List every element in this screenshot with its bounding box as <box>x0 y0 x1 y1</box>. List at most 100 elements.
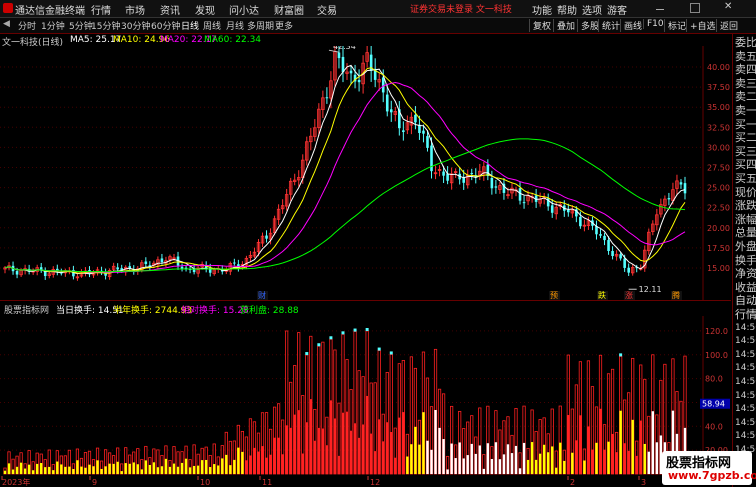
turnover-bar-fill <box>450 443 453 474</box>
y-tick-label: 17.50 <box>707 244 730 253</box>
tab-period-1min[interactable]: 1分钟 <box>41 19 65 32</box>
mark-button[interactable]: 标记 <box>664 19 686 32</box>
side-panel-label: 卖三 <box>735 76 756 90</box>
menu-item-guest[interactable]: 游客 <box>607 2 627 17</box>
side-panel-label: 14:56 <box>735 404 756 415</box>
turnover-bar-fill <box>3 470 7 474</box>
turnover-bar-fill <box>15 466 19 474</box>
menu-item-trade[interactable]: 交易 <box>317 2 337 17</box>
turnover-bar-fill <box>647 451 650 474</box>
turnover-bar-fill <box>386 422 389 474</box>
turnover-bar-fill <box>390 432 393 474</box>
turnover-bar-fill <box>454 458 457 474</box>
tab-period-5min[interactable]: 5分钟 <box>69 19 93 32</box>
tab-period-15min[interactable]: 15分钟 <box>91 19 120 32</box>
turnover-bar-fill <box>132 462 135 474</box>
tab-period-monthly[interactable]: 月线 <box>226 19 244 32</box>
pane-divider <box>0 300 731 301</box>
menu-item-discover[interactable]: 发现 <box>195 2 215 17</box>
tab-period-30min[interactable]: 30分钟 <box>121 19 150 32</box>
side-panel-label: 卖一 <box>735 104 756 117</box>
overlay-button[interactable]: 叠加 <box>553 19 575 32</box>
turnover-bar-fill <box>466 455 469 474</box>
candle-body-down <box>233 262 236 264</box>
side-panel-label: 卖五 <box>735 49 756 63</box>
menu-item-market[interactable]: 市场 <box>125 2 145 17</box>
y-tick-label: 37.50 <box>707 83 730 92</box>
turnover-bar-fill <box>607 441 610 474</box>
candle-body-down <box>357 79 361 83</box>
app-logo-icon <box>3 3 13 13</box>
turnover-bar-fill <box>76 460 79 474</box>
menu-item-help[interactable]: 帮助 <box>557 2 577 17</box>
turnover-bar-fill <box>237 447 240 474</box>
turnover-bar-fill <box>522 442 526 474</box>
menu-item-wealth[interactable]: 财富圈 <box>274 2 304 17</box>
turnover-bar-fill <box>603 449 606 474</box>
turnover-bar-fill <box>257 451 260 474</box>
menu-item-news[interactable]: 资讯 <box>160 2 180 17</box>
price-chart[interactable]: 40.00 37.50 35.00 32.50 30.00 27.50 25.00 22.50… <box>0 46 731 300</box>
maximize-icon[interactable] <box>690 3 700 13</box>
side-panel-label: 总量 <box>735 226 756 240</box>
statistics-button[interactable]: 统计 <box>598 19 620 32</box>
turnover-bar-fill <box>309 399 312 474</box>
turnover-bar-fill <box>7 463 11 474</box>
draw-line-button[interactable]: 画线 <box>620 19 642 32</box>
tab-period-multi[interactable]: 多周期 <box>247 19 274 32</box>
indicator-title[interactable]: 股票指标网 <box>4 303 49 316</box>
turnover-bar-fill <box>144 460 148 474</box>
login-warning[interactable]: 证券交易未登录 文一科技 <box>410 2 512 15</box>
menu-item-function[interactable]: 功能 <box>532 2 552 17</box>
restore-rights-button[interactable]: 复权 <box>529 19 551 32</box>
turnover-bar-fill <box>233 459 236 474</box>
turnover-bar-fill <box>631 419 634 474</box>
turnover-bar-fill <box>241 451 244 474</box>
tab-period-60min[interactable]: 60分钟 <box>151 19 180 32</box>
turnover-bar-fill <box>361 424 365 474</box>
turnover-bar-fill <box>285 425 288 474</box>
menu-item-quotes[interactable]: 行情 <box>91 2 111 17</box>
watermark-logo: 股票指标网 www.7gpzb.com <box>662 451 756 485</box>
tab-period-weekly[interactable]: 周线 <box>203 19 221 32</box>
f10-button[interactable]: F10 <box>643 19 664 29</box>
y-tick-label: 80.0 <box>705 375 723 384</box>
turnover-bar-fill <box>249 455 252 474</box>
turnover-bar-fill <box>52 470 55 474</box>
multi-stock-button[interactable]: 多股 <box>577 19 599 32</box>
minimize-icon[interactable] <box>656 3 664 10</box>
add-watchlist-button[interactable]: +自选 <box>686 19 716 32</box>
y-tick-label: 40.0 <box>705 422 723 431</box>
turnover-bar-fill <box>128 463 131 474</box>
side-panel-label: 委比 <box>735 36 756 49</box>
back-arrow-icon[interactable]: ◀ <box>3 19 10 29</box>
menu-item-options[interactable]: 选项 <box>582 2 602 17</box>
turnover-bar-fill <box>176 466 180 474</box>
event-tag: 跌 <box>598 290 606 300</box>
turnover-bar-fill <box>406 456 409 474</box>
side-panel-label: 行情 <box>735 308 756 321</box>
candle-body-down <box>349 70 353 74</box>
turnover-bar-fill <box>329 400 333 474</box>
turnover-bar-fill <box>317 427 321 474</box>
turnover-bar-fill <box>148 464 152 474</box>
side-panel-label: 14:56 <box>735 363 756 374</box>
peak-marker <box>305 352 309 356</box>
side-panel-label: 买五 <box>735 172 756 185</box>
tab-period-more[interactable]: 更多 <box>275 19 293 32</box>
menu-item-ask[interactable]: 问小达 <box>229 2 259 17</box>
tab-period-timeshare[interactable]: 分时 <box>18 19 36 32</box>
peak-marker <box>365 327 369 331</box>
turnover-bar-fill <box>575 440 578 474</box>
turnover-bar-fill <box>643 443 646 474</box>
ma60-line <box>4 138 686 273</box>
side-panel-label[interactable]: 自动 <box>735 294 756 307</box>
turnover-bar-fill <box>542 444 546 474</box>
turnover-bar-fill <box>108 463 111 474</box>
close-icon[interactable]: ✕ <box>724 1 732 12</box>
indicator-chart[interactable]: 120.0100.080.060.040.020.0058.94 <box>0 316 731 476</box>
tab-period-daily[interactable]: 日线 <box>181 19 199 32</box>
turnover-bar-fill <box>639 420 642 474</box>
turnover-bar-fill <box>204 459 208 474</box>
back-button[interactable]: 返回 <box>716 19 738 32</box>
